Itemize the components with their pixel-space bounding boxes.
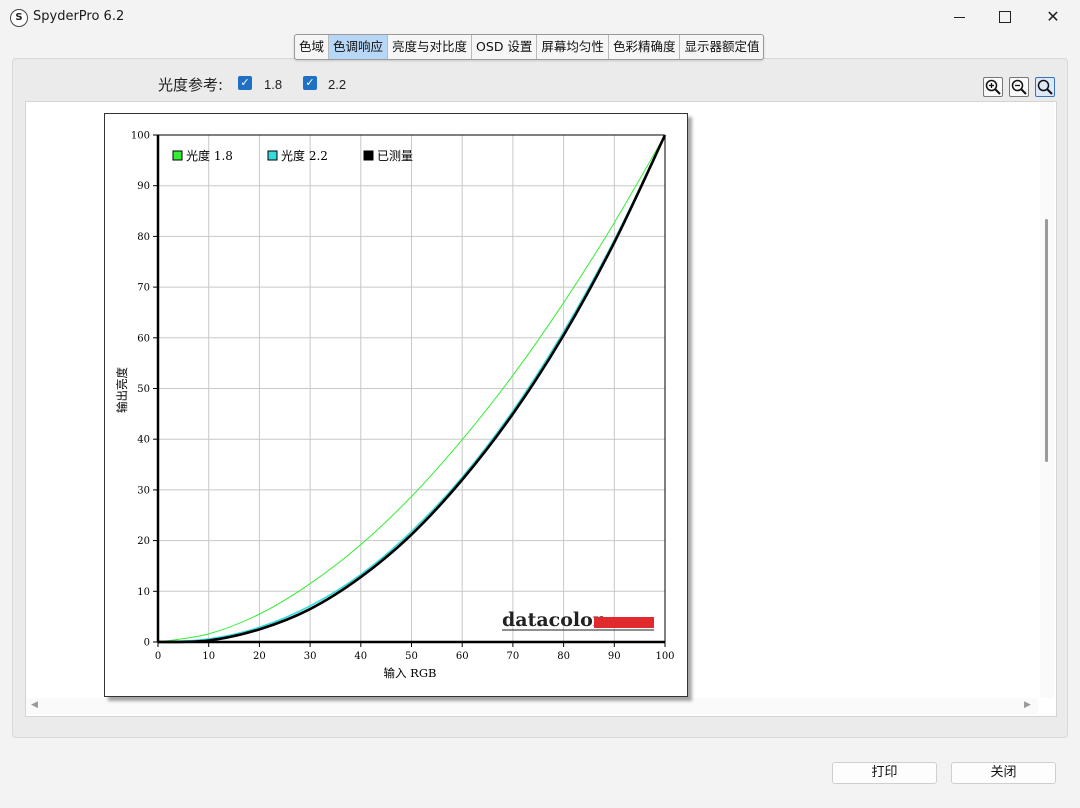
legend-swatch-1 — [172, 150, 183, 161]
tab-display-rating[interactable]: 显示器额定值 — [680, 35, 763, 59]
horizontal-scrollbar[interactable]: ◀ ▶ — [26, 698, 1038, 714]
tone-response-chart: 0 10 20 30 40 50 60 70 80 90 100 0 10 20 30 40 50 60 70 80 9… — [104, 113, 688, 697]
tab-tone-response[interactable]: 色调响应 — [329, 35, 389, 59]
zoom-out-button[interactable] — [1009, 77, 1029, 97]
y-tick-label: 90 — [137, 181, 150, 192]
minimize-icon — [953, 16, 965, 19]
svg-text:datacolor: datacolor — [502, 609, 604, 631]
window-title: SpyderPro 6.2 — [33, 9, 125, 24]
print-button[interactable]: 打印 — [832, 762, 937, 784]
vertical-scrollbar-thumb[interactable] — [1045, 219, 1048, 462]
legend-swatch-3 — [363, 150, 374, 161]
x-tick-label: 40 — [354, 651, 367, 662]
y-tick-label: 0 — [144, 638, 150, 649]
tab-gamut[interactable]: 色域 — [295, 35, 330, 59]
tab-osd-settings[interactable]: OSD 设置 — [472, 35, 538, 59]
x-tick-label: 80 — [557, 651, 570, 662]
y-tick-label: 80 — [137, 232, 150, 243]
title-bar: S SpyderPro 6.2 ✕ — [0, 0, 1080, 33]
gamma-22-label: 2.2 — [328, 77, 347, 92]
x-tick-label: 60 — [456, 651, 469, 662]
scroll-left-icon[interactable]: ◀ — [31, 700, 38, 710]
legend-label-2: 光度 2.2 — [281, 148, 328, 163]
tab-screen-uniformity[interactable]: 屏幕均匀性 — [537, 35, 609, 59]
zoom-in-button[interactable] — [983, 77, 1003, 97]
x-tick-label: 10 — [202, 651, 215, 662]
y-tick-label: 50 — [137, 384, 150, 395]
scroll-right-icon[interactable]: ▶ — [1024, 700, 1031, 710]
y-tick-label: 100 — [131, 131, 150, 142]
x-tick-label: 90 — [608, 651, 621, 662]
datacolor-logo: datacolor — [502, 609, 654, 631]
tab-bar: 色域 色调响应 亮度与对比度 OSD 设置 屏幕均匀性 色彩精确度 显示器额定值 — [294, 34, 765, 60]
minimize-button[interactable] — [936, 0, 982, 33]
x-axis-label: 输入 RGB — [384, 666, 437, 680]
legend-label-3: 已测量 — [377, 149, 413, 163]
y-tick-label: 40 — [137, 435, 150, 446]
zoom-out-icon — [1011, 79, 1027, 95]
gamma-18-checkbox[interactable]: ✓ — [238, 76, 252, 90]
x-tick-label: 100 — [655, 651, 674, 662]
legend-swatch-2 — [267, 150, 278, 161]
x-tick-label: 0 — [155, 651, 161, 662]
close-button[interactable]: 关闭 — [951, 762, 1056, 784]
legend-label-1: 光度 1.8 — [186, 148, 233, 163]
close-icon: ✕ — [1046, 7, 1060, 26]
zoom-in-icon — [985, 79, 1001, 95]
x-tick-label: 70 — [507, 651, 520, 662]
y-tick-label: 30 — [137, 485, 150, 496]
vertical-scrollbar[interactable] — [1040, 102, 1054, 698]
y-tick-label: 70 — [137, 283, 150, 294]
y-tick-label: 20 — [137, 536, 150, 547]
checkmark-icon: ✓ — [240, 76, 250, 89]
tab-brightness-contrast[interactable]: 亮度与对比度 — [388, 35, 473, 59]
gamma-22-checkbox[interactable]: ✓ — [303, 76, 317, 90]
reference-label: 光度参考: — [158, 76, 224, 94]
chart-svg: 0 10 20 30 40 50 60 70 80 90 100 0 10 20 30 40 50 60 70 80 9… — [115, 131, 675, 681]
maximize-icon — [999, 10, 1011, 23]
y-axis-label: 输出亮度 — [115, 367, 129, 413]
gamma-18-label: 1.8 — [264, 77, 283, 92]
x-tick-label: 30 — [304, 651, 317, 662]
zoom-fit-button[interactable] — [1035, 77, 1055, 97]
y-tick-label: 60 — [137, 333, 150, 344]
x-tick-label: 20 — [253, 651, 266, 662]
maximize-button[interactable] — [982, 0, 1028, 33]
magnifier-icon — [1037, 79, 1053, 95]
close-window-button[interactable]: ✕ — [1030, 0, 1076, 33]
app-logo-icon: S — [10, 9, 28, 27]
y-tick-label: 10 — [137, 587, 150, 598]
x-tick-label: 50 — [405, 651, 418, 662]
checkmark-icon: ✓ — [305, 76, 315, 89]
tab-color-accuracy[interactable]: 色彩精确度 — [609, 35, 681, 59]
